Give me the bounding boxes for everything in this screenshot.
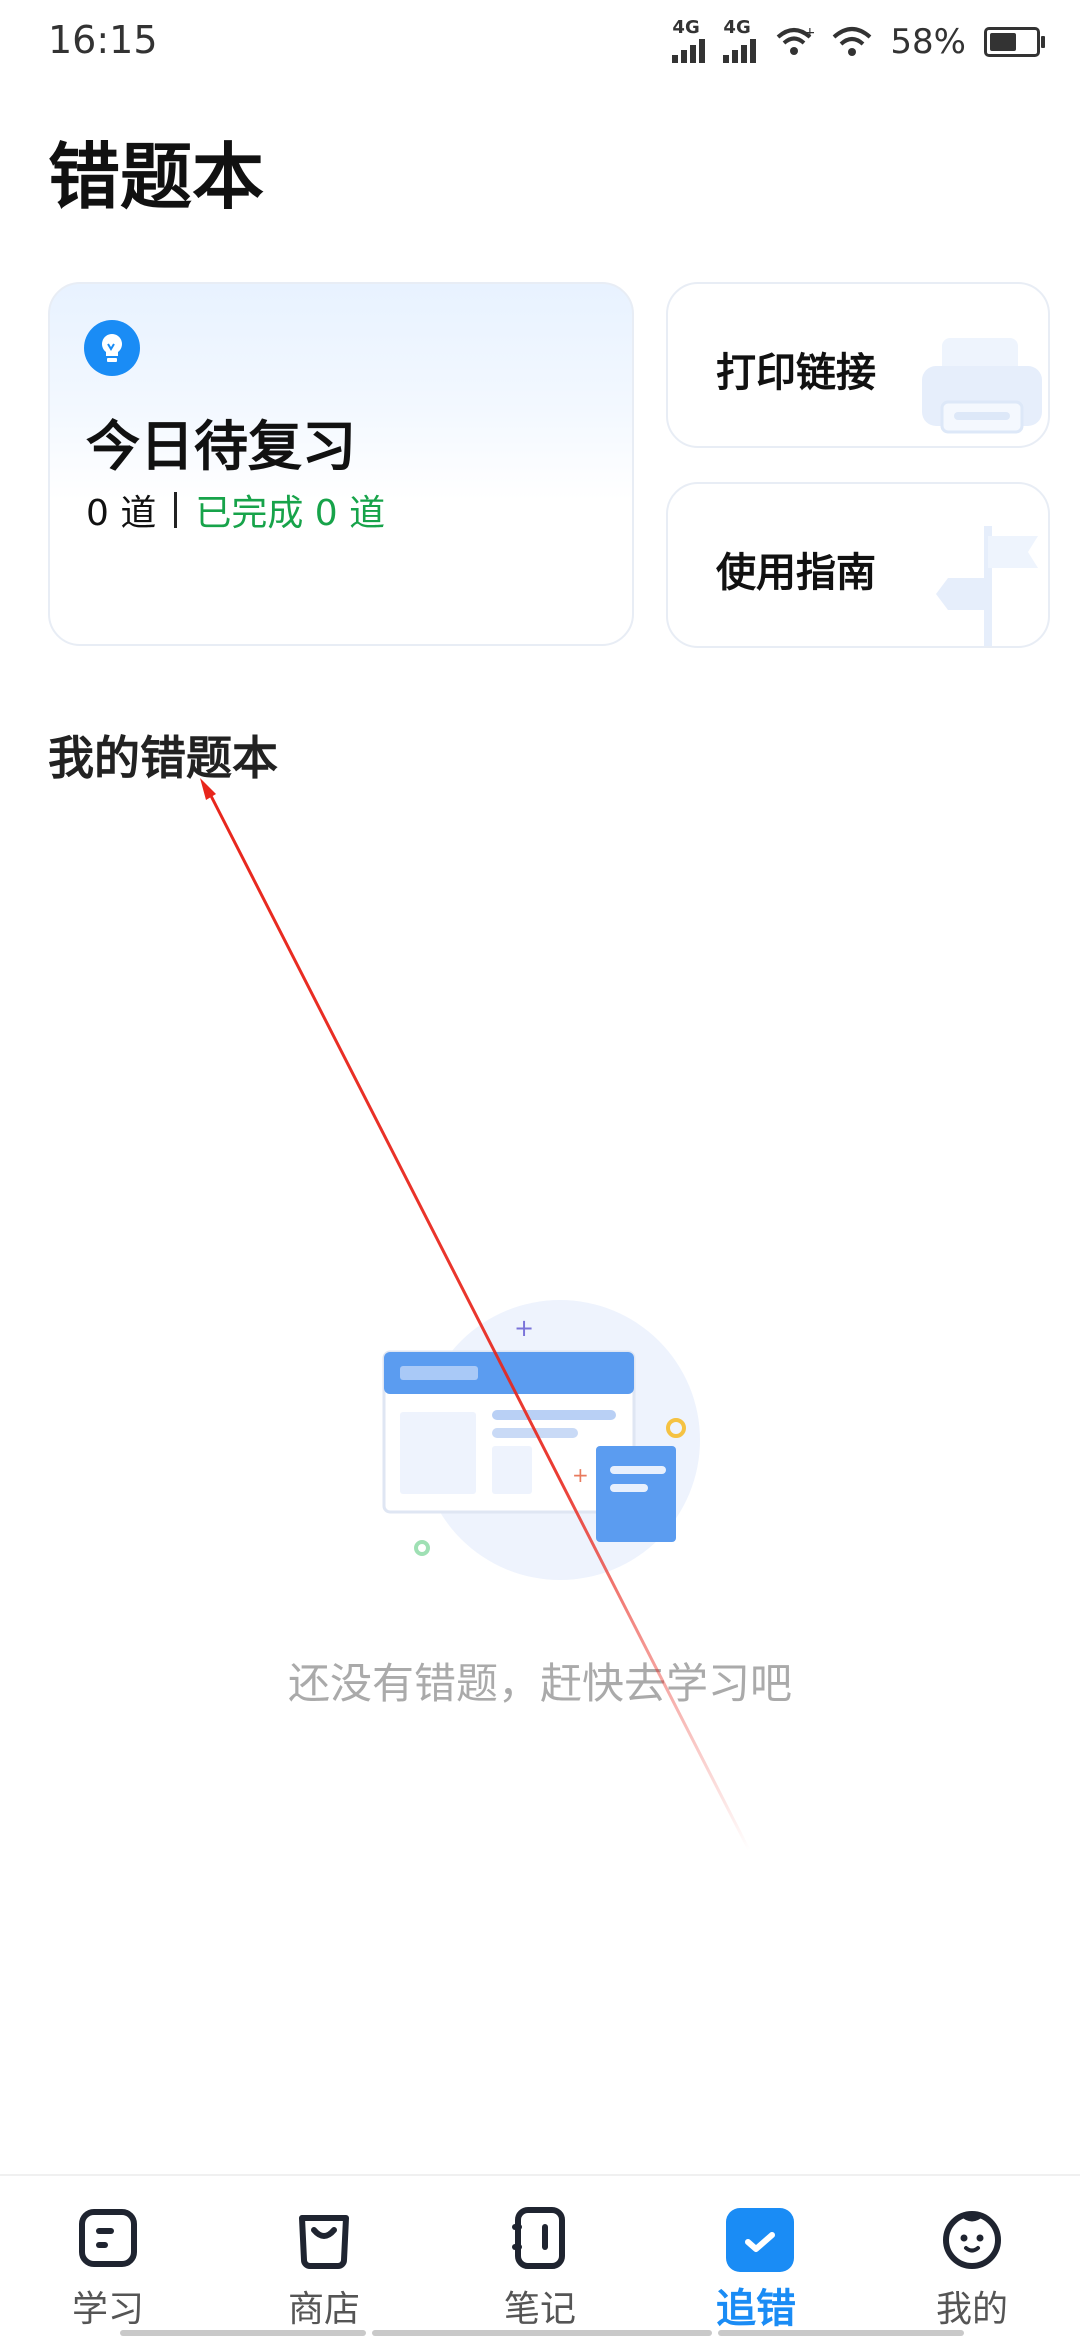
tab-study[interactable]: 学习 xyxy=(38,2206,178,2332)
shop-bag-icon xyxy=(292,2206,356,2270)
annotation-arrow xyxy=(200,778,752,1853)
tab-shop-label: 商店 xyxy=(287,2289,360,2330)
tab-study-label: 学习 xyxy=(71,2289,144,2330)
profile-face-icon xyxy=(940,2206,1004,2270)
home-indicator-segment xyxy=(120,2330,366,2336)
notebook-icon xyxy=(508,2206,572,2270)
tab-notes[interactable]: 笔记 xyxy=(470,2206,610,2332)
tab-track-mistakes-label: 追错 xyxy=(716,2286,796,2332)
tab-notes-label: 笔记 xyxy=(503,2289,576,2330)
tab-shop[interactable]: 商店 xyxy=(254,2206,394,2332)
tab-track-mistakes[interactable]: 追错 xyxy=(686,2206,826,2334)
home-indicator-segment xyxy=(718,2330,964,2336)
tab-profile-label: 我的 xyxy=(935,2289,1008,2330)
tab-profile[interactable]: 我的 xyxy=(902,2206,1042,2332)
home-indicator-segment xyxy=(372,2330,712,2336)
bottom-tab-bar: 学习 商店 笔记 追错 我的 xyxy=(0,2174,1080,2342)
check-icon xyxy=(724,2206,794,2272)
study-icon xyxy=(76,2206,140,2270)
